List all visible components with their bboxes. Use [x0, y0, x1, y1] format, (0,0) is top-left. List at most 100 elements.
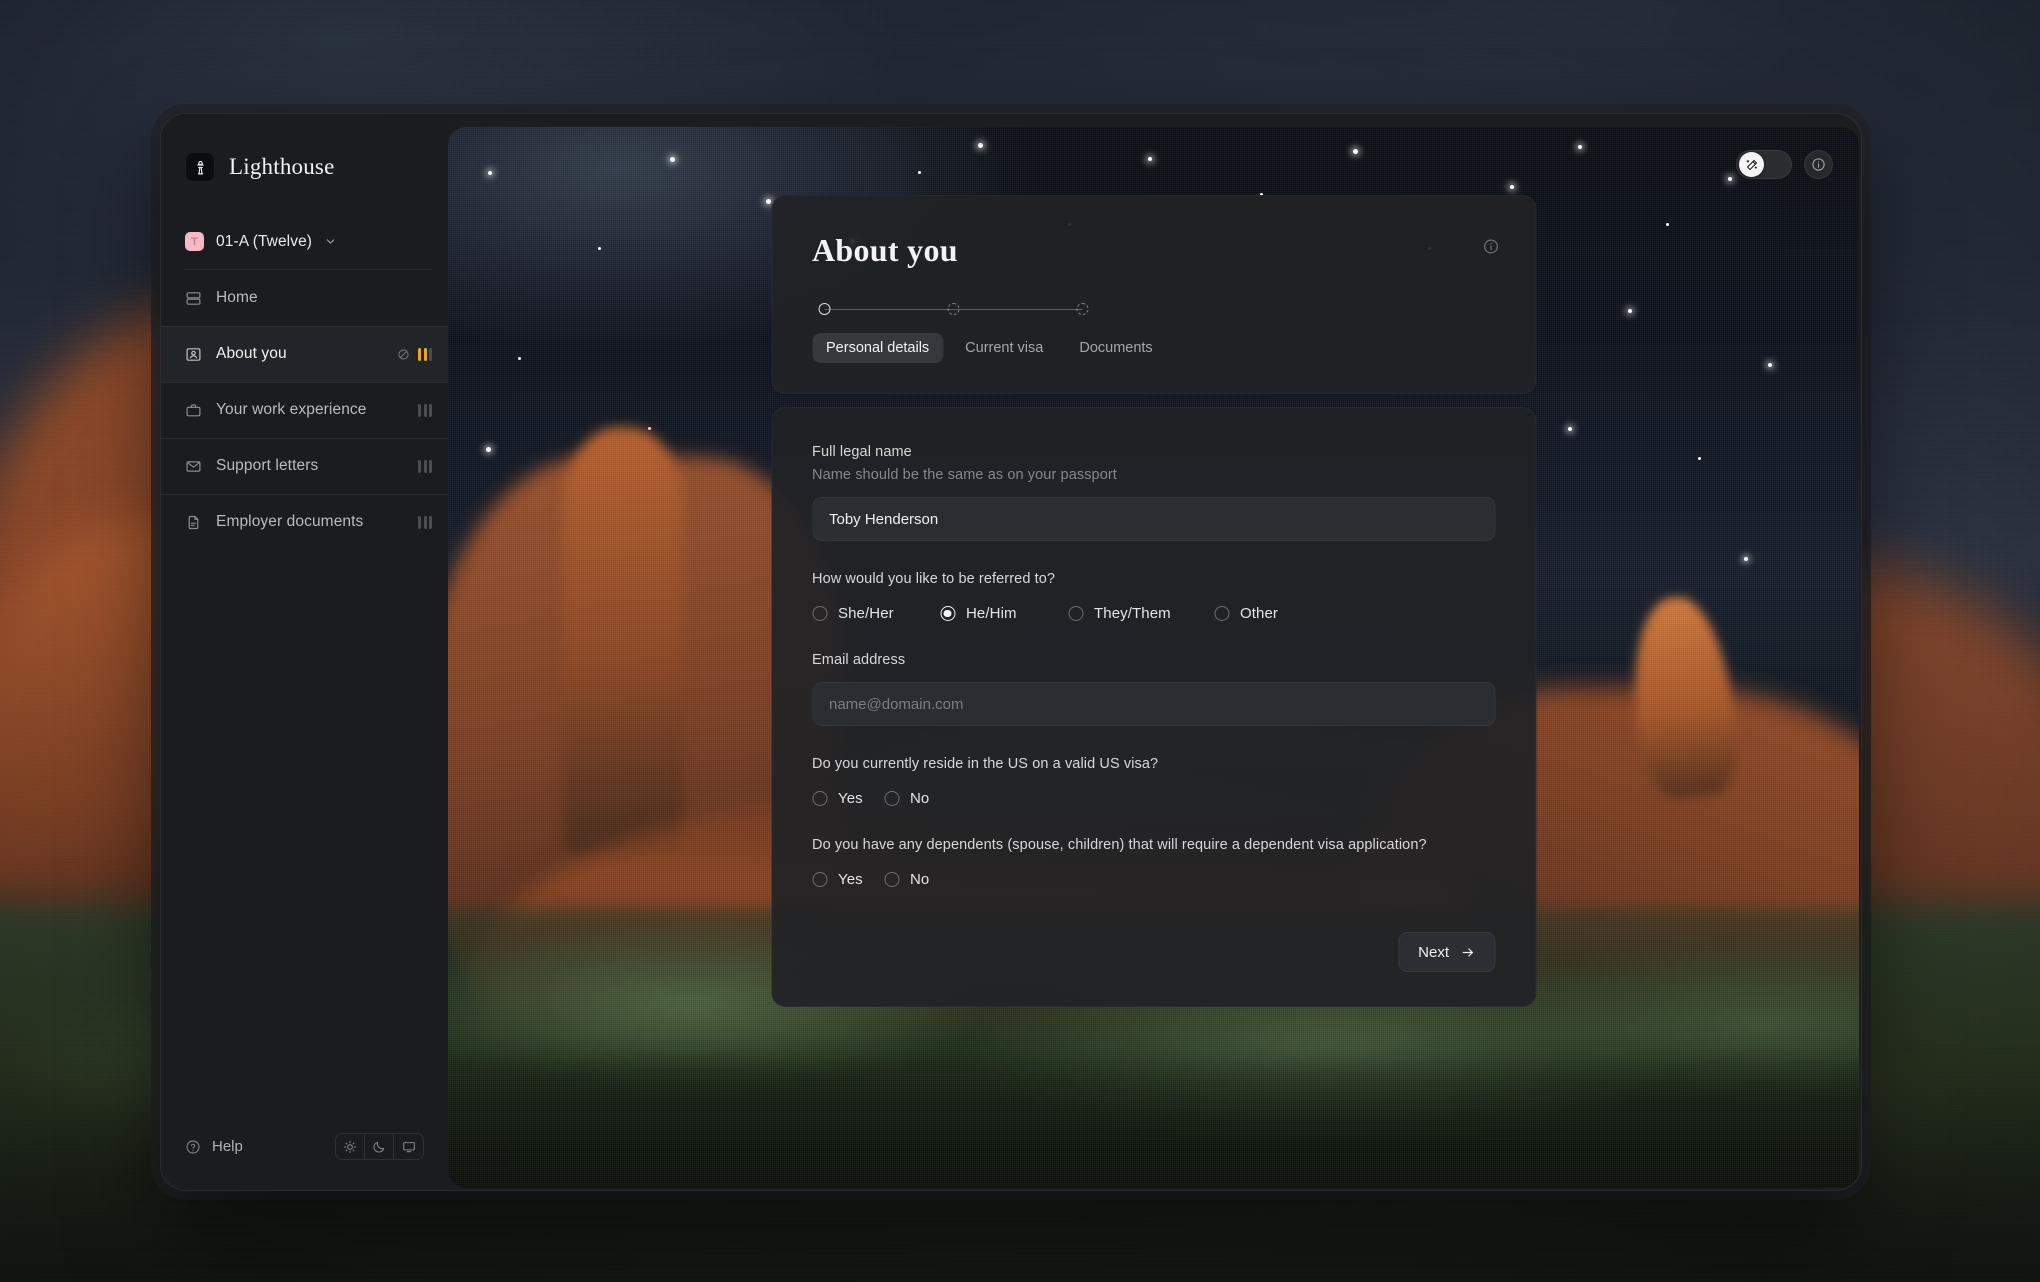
magic-wand-icon	[1746, 159, 1757, 170]
full-name-field-group: Full legal name Name should be the same …	[812, 444, 1495, 541]
content-panels: About you Personal details Current visa …	[771, 195, 1536, 1007]
personal-details-form: Full legal name Name should be the same …	[771, 407, 1536, 1007]
pronoun-option-he-him[interactable]: He/Him	[940, 605, 1068, 622]
moon-icon	[373, 1141, 385, 1153]
stage-info-button[interactable]	[1804, 150, 1833, 179]
next-button-label: Next	[1418, 943, 1449, 961]
app-window: Lighthouse T 01-A (Twelve) Home About yo…	[160, 113, 1862, 1191]
sidebar-item-employer-documents[interactable]: Employer documents	[161, 494, 448, 550]
form-footer: Next	[812, 932, 1495, 972]
chevron-down-icon	[326, 239, 335, 244]
monitor-icon	[402, 1141, 415, 1152]
step-dot-personal-details[interactable]	[818, 303, 830, 315]
main-stage: About you Personal details Current visa …	[448, 127, 1859, 1188]
brand: Lighthouse	[161, 114, 448, 188]
sidebar-item-label: Home	[216, 289, 258, 306]
full-name-hint: Name should be the same as on your passp…	[812, 467, 1117, 483]
sidebar-item-meta	[397, 347, 432, 361]
radio-indicator	[1068, 606, 1083, 621]
visa-option-no[interactable]: No	[884, 790, 929, 807]
envelope-icon	[186, 460, 201, 472]
visa-question-label: Do you currently reside in the US on a v…	[812, 756, 1159, 772]
radio-indicator	[884, 872, 899, 887]
brand-name: Lighthouse	[229, 154, 335, 179]
rows-icon	[186, 291, 201, 305]
sidebar: Lighthouse T 01-A (Twelve) Home About yo…	[161, 114, 448, 1190]
tab-documents[interactable]: Documents	[1065, 333, 1166, 363]
org-switcher[interactable]: T 01-A (Twelve)	[185, 232, 432, 269]
pronoun-option-other[interactable]: Other	[1214, 605, 1278, 622]
theme-system-button[interactable]	[394, 1134, 423, 1159]
org-badge: T	[185, 232, 204, 251]
sidebar-nav: Home About you Your work experience Supp…	[161, 270, 448, 550]
info-circle-icon	[1812, 158, 1825, 171]
arrow-right-icon	[1462, 947, 1473, 957]
pronouns-label: How would you like to be referred to?	[812, 571, 1056, 587]
pronoun-option-they-them[interactable]: They/Them	[1068, 605, 1214, 622]
email-input[interactable]	[812, 682, 1495, 726]
step-dot-documents[interactable]	[1076, 303, 1088, 315]
step-tabs: Personal details Current visa Documents	[812, 333, 1495, 363]
briefcase-icon	[186, 403, 201, 416]
help-label: Help	[212, 1138, 243, 1155]
step-progress-indicator	[812, 299, 1495, 319]
sidebar-item-label: About you	[216, 345, 287, 362]
progress-bars	[418, 515, 432, 529]
lighthouse-icon	[185, 152, 215, 182]
dependents-radio-group: Yes No	[812, 871, 1495, 888]
dependents-option-yes[interactable]: Yes	[812, 871, 884, 888]
sidebar-item-support-letters[interactable]: Support letters	[161, 438, 448, 494]
sidebar-item-meta	[418, 515, 432, 529]
radio-label: They/Them	[1094, 605, 1171, 622]
stage-top-right-controls	[1736, 150, 1833, 179]
radio-indicator	[812, 606, 827, 621]
sidebar-item-meta	[418, 403, 432, 417]
dependents-option-no[interactable]: No	[884, 871, 929, 888]
visa-radio-group: Yes No	[812, 790, 1495, 807]
page-header-panel: About you Personal details Current visa …	[771, 195, 1536, 394]
full-name-input[interactable]	[812, 497, 1495, 541]
theme-switcher	[335, 1133, 424, 1160]
sidebar-item-your-work-experience[interactable]: Your work experience	[161, 382, 448, 438]
user-card-icon	[186, 347, 201, 361]
pronoun-option-she-her[interactable]: She/Her	[812, 605, 940, 622]
email-label: Email address	[812, 652, 906, 668]
sidebar-footer: Help	[161, 1133, 448, 1190]
radio-indicator	[812, 872, 827, 887]
visa-field-group: Do you currently reside in the US on a v…	[812, 756, 1495, 807]
theme-dark-button[interactable]	[365, 1134, 394, 1159]
tab-current-visa[interactable]: Current visa	[951, 333, 1057, 363]
sidebar-item-about-you[interactable]: About you	[161, 326, 448, 382]
radio-indicator	[884, 791, 899, 806]
sidebar-item-home[interactable]: Home	[161, 270, 448, 326]
radio-label: Yes	[838, 790, 863, 807]
help-button[interactable]: Help	[185, 1138, 243, 1155]
no-entry-icon	[398, 348, 409, 360]
dependents-question-label: Do you have any dependents (spouse, chil…	[812, 837, 1427, 853]
info-circle-icon	[1483, 239, 1498, 254]
ai-assist-toggle-knob	[1739, 152, 1764, 177]
progress-bars	[418, 347, 432, 361]
theme-light-button[interactable]	[336, 1134, 365, 1159]
sidebar-item-label: Employer documents	[216, 513, 364, 530]
pronouns-field-group: How would you like to be referred to? Sh…	[812, 571, 1495, 622]
full-name-label: Full legal name	[812, 444, 912, 460]
radio-label: He/Him	[966, 605, 1017, 622]
radio-indicator	[1214, 606, 1229, 621]
next-button[interactable]: Next	[1398, 932, 1495, 972]
file-icon	[188, 515, 199, 529]
tab-personal-details[interactable]: Personal details	[812, 333, 944, 363]
progress-bars	[418, 403, 432, 417]
page-title: About you	[812, 232, 958, 268]
radio-label: No	[910, 790, 930, 807]
visa-option-yes[interactable]: Yes	[812, 790, 884, 807]
progress-bars	[418, 459, 432, 473]
org-label: 01-A (Twelve)	[216, 232, 313, 250]
radio-label: She/Her	[838, 605, 894, 622]
ai-assist-toggle[interactable]	[1736, 150, 1792, 179]
page-header-info-button[interactable]	[1482, 238, 1499, 255]
step-dot-current-visa[interactable]	[947, 303, 959, 315]
email-field-group: Email address	[812, 652, 1495, 726]
sidebar-item-label: Your work experience	[216, 401, 367, 418]
